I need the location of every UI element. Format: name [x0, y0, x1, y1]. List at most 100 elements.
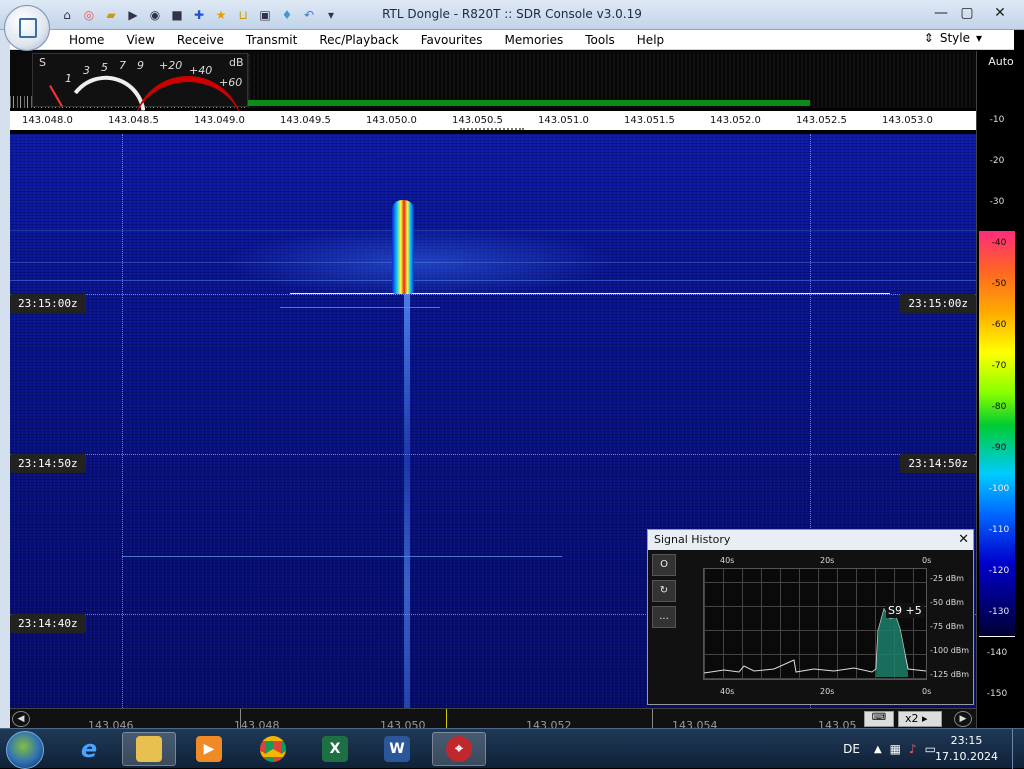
- close-button[interactable]: ✕: [980, 2, 1020, 24]
- scale-label: -30: [989, 197, 1005, 207]
- band-label: 143.05: [818, 719, 857, 728]
- menu-view[interactable]: View: [115, 33, 165, 47]
- dbm-color-scale[interactable]: Auto -10 -20 -30 -40 -50 -60 -70 -80 -90…: [976, 51, 1024, 728]
- minimize-button[interactable]: —: [928, 2, 954, 24]
- volume-muted-icon[interactable]: ♪: [909, 742, 917, 756]
- y-label: -125 dBm: [930, 670, 970, 679]
- menu-receive[interactable]: Receive: [166, 33, 235, 47]
- auto-button[interactable]: Auto: [977, 55, 1024, 68]
- zoom-label: x2: [905, 712, 919, 725]
- style-dropdown-icon: ▾: [975, 31, 982, 45]
- start-button[interactable]: [6, 731, 44, 769]
- keyboard-icon[interactable]: ⌨: [864, 711, 894, 727]
- collapse-ribbon-icon[interactable]: ⇕: [924, 31, 934, 45]
- freq-label: 143.048.0: [22, 115, 73, 126]
- clock-time: 23:15: [950, 734, 983, 747]
- band-label: 143.048: [234, 719, 280, 728]
- scale-label: -110: [988, 525, 1010, 535]
- signal-trace: [10, 280, 976, 281]
- meter-scale-3: 3: [83, 64, 90, 77]
- more-button[interactable]: ...: [652, 606, 676, 628]
- taskbar-excel[interactable]: X: [308, 732, 362, 766]
- taskbar-internet-explorer[interactable]: e: [62, 732, 116, 766]
- taskbar-media-player[interactable]: ▶: [182, 732, 236, 766]
- y-label: -50 dBm: [930, 598, 964, 607]
- refresh-button[interactable]: ↻: [652, 580, 676, 602]
- db-label: dB: [229, 56, 244, 69]
- menu-favourites[interactable]: Favourites: [410, 33, 494, 47]
- meter-scale-40: +40: [189, 64, 213, 77]
- freq-label: 143.049.0: [194, 115, 245, 126]
- filter-bandwidth-bar[interactable]: [248, 100, 810, 106]
- meter-scale-9: 9: [137, 59, 144, 72]
- signal-trace: [290, 293, 890, 294]
- app-logo-icon: [19, 18, 37, 38]
- scale-label: -50: [991, 279, 1007, 289]
- history-trace: [704, 607, 927, 677]
- signal-trace: [122, 556, 562, 557]
- scale-label: -80: [991, 402, 1007, 412]
- taskbar-explorer[interactable]: [122, 732, 176, 766]
- y-label: -75 dBm: [930, 622, 964, 631]
- meter-scale-20: +20: [159, 59, 183, 72]
- x-label-top: 40s: [720, 556, 735, 565]
- scroll-left-button[interactable]: ◀: [12, 711, 30, 727]
- scale-label: -70: [991, 361, 1007, 371]
- maximize-button[interactable]: ▢: [954, 2, 980, 24]
- reset-button[interactable]: O: [652, 554, 676, 576]
- overview-bar[interactable]: ◀ 143.046 143.048 143.050 143.052 143.05…: [10, 708, 976, 728]
- grid-line: [122, 134, 123, 708]
- menu-tools[interactable]: Tools: [574, 33, 626, 47]
- window-title: RTL Dongle - R820T :: SDR Console v3.0.1…: [382, 7, 642, 21]
- menu-memories[interactable]: Memories: [494, 33, 575, 47]
- menu-home[interactable]: Home: [58, 33, 115, 47]
- window-controls: — ▢ ✕: [928, 2, 1020, 24]
- tune-marker: [446, 709, 447, 728]
- close-icon[interactable]: ✕: [958, 532, 969, 547]
- signal-trace: [10, 262, 976, 263]
- splitter-handle[interactable]: [460, 128, 524, 132]
- timestamp-left: 23:15:00z: [10, 294, 86, 313]
- show-desktop-button[interactable]: [1012, 729, 1024, 769]
- freq-label: 143.051.5: [624, 115, 675, 126]
- show-hidden-icons[interactable]: ▲: [874, 744, 882, 755]
- freq-label: 143.050.5: [452, 115, 503, 126]
- chrome-icon: [260, 736, 286, 762]
- taskbar-sdr-console[interactable]: ⌖: [432, 732, 486, 766]
- menu-help[interactable]: Help: [626, 33, 675, 47]
- menu-transmit[interactable]: Transmit: [235, 33, 308, 47]
- sdr-console-icon: ⌖: [446, 736, 472, 762]
- scroll-right-button[interactable]: ▶: [954, 711, 972, 727]
- network-icon[interactable]: ▦: [890, 742, 901, 756]
- application-button[interactable]: [4, 5, 50, 51]
- time-marker-line: [10, 294, 976, 295]
- y-label: -25 dBm: [930, 574, 964, 583]
- color-gradient-bar: -40 -50 -60 -70 -80 -90 -100 -110 -120 -…: [979, 231, 1015, 636]
- scale-label: -100: [988, 484, 1010, 494]
- language-indicator[interactable]: DE: [843, 742, 860, 756]
- clock-date: 17.10.2024: [935, 750, 998, 763]
- style-menu[interactable]: ⇕ Style ▾: [924, 31, 982, 45]
- x-label-bottom: 0s: [922, 687, 932, 696]
- clock[interactable]: 23:15 17.10.2024: [935, 733, 998, 765]
- x-label-bottom: 20s: [820, 687, 835, 696]
- zoom-selector[interactable]: x2 ▸: [898, 711, 942, 727]
- taskbar-word[interactable]: W: [370, 732, 424, 766]
- menu-rec-playback[interactable]: Rec/Playback: [308, 33, 409, 47]
- timestamp-left: 23:14:50z: [10, 454, 86, 473]
- scale-label: -10: [989, 115, 1005, 125]
- freq-label: 143.051.0: [538, 115, 589, 126]
- scale-label: -150: [986, 689, 1008, 699]
- band-label: 143.046: [88, 719, 134, 728]
- x-label-top: 0s: [922, 556, 932, 565]
- taskbar-chrome[interactable]: [246, 732, 300, 766]
- meter-scale-7: 7: [119, 59, 126, 72]
- signal-trace: [10, 230, 976, 231]
- x-label-top: 20s: [820, 556, 835, 565]
- scale-label: -20: [989, 156, 1005, 166]
- scale-label: -90: [991, 443, 1007, 453]
- menu-items: Home View Receive Transmit Rec/Playback …: [58, 33, 675, 47]
- timestamp-right: 23:15:00z: [900, 294, 976, 313]
- s-label: S: [39, 56, 46, 69]
- freq-label: 143.049.5: [280, 115, 331, 126]
